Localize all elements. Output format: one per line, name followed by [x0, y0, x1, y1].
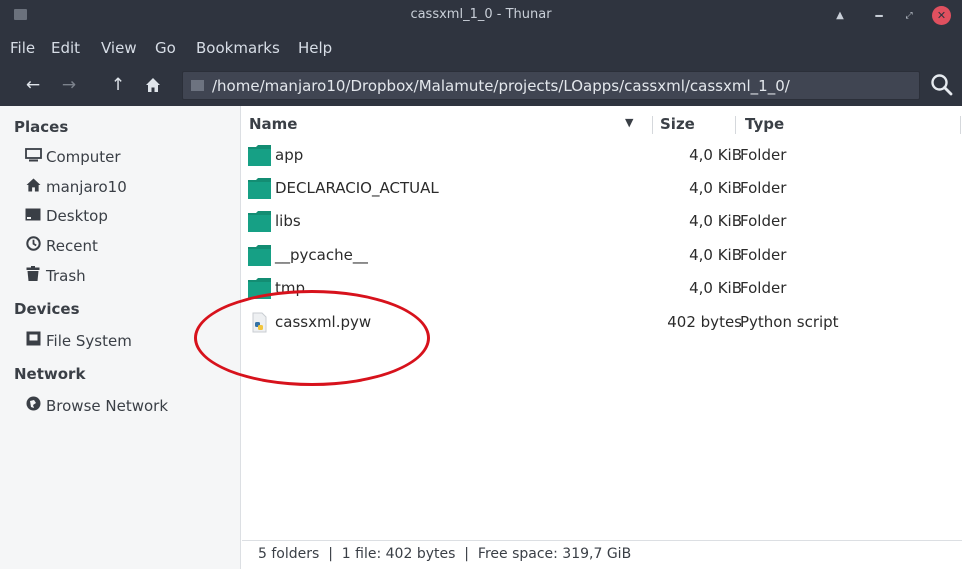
menu-file[interactable]: File: [10, 39, 35, 57]
sidebar-item-label: File System: [46, 332, 132, 350]
home-nav-icon[interactable]: [141, 73, 165, 97]
search-icon[interactable]: [928, 71, 956, 99]
file-row[interactable]: DECLARACIO_ACTUAL 4,0 KiB Folder: [242, 173, 962, 205]
maximize-button[interactable]: ⤢: [899, 6, 919, 26]
column-headers: Name ▼ Size Type: [242, 110, 962, 138]
file-size: 4,0 KiB: [689, 246, 742, 264]
file-name: libs: [275, 212, 301, 230]
computer-icon: [24, 148, 42, 166]
sidebar-item-browse-network[interactable]: Browse Network: [24, 396, 168, 418]
up-icon[interactable]: ↑: [106, 73, 130, 97]
close-button[interactable]: ✕: [932, 6, 951, 25]
file-type: Folder: [740, 279, 787, 297]
window-title: cassxml_1_0 - Thunar: [410, 7, 552, 22]
menu-bookmarks[interactable]: Bookmarks: [196, 39, 280, 57]
title-bar: cassxml_1_0 - Thunar ▲ ━ ⤢ ✕: [0, 0, 962, 32]
recent-icon: [24, 236, 42, 255]
file-row[interactable]: libs 4,0 KiB Folder: [242, 206, 962, 238]
status-bar: 5 folders | 1 file: 402 bytes | Free spa…: [242, 540, 962, 569]
column-separator[interactable]: [735, 116, 736, 134]
column-separator[interactable]: [652, 116, 653, 134]
toolbar: ← → ↑ /home/manjaro10/Dropbox/Malamute/p…: [0, 64, 962, 106]
home-icon: [24, 178, 42, 196]
folder-icon: [248, 178, 271, 199]
folder-small-icon: [191, 80, 204, 91]
eject-icon[interactable]: ▲: [830, 6, 850, 26]
folder-icon: [248, 145, 271, 166]
sidebar-item-trash[interactable]: Trash: [24, 266, 86, 288]
sidebar-item-label: Recent: [46, 237, 98, 255]
sidebar-heading-places: Places: [14, 118, 69, 136]
column-header-type[interactable]: Type: [745, 115, 784, 133]
column-header-size[interactable]: Size: [660, 115, 695, 133]
file-name: DECLARACIO_ACTUAL: [275, 179, 439, 197]
file-size: 4,0 KiB: [689, 179, 742, 197]
file-size: 4,0 KiB: [689, 212, 742, 230]
drive-icon: [24, 331, 42, 350]
sidebar-item-recent[interactable]: Recent: [24, 236, 98, 258]
file-type: Folder: [740, 146, 787, 164]
menu-edit[interactable]: Edit: [51, 39, 80, 57]
file-size: 402 bytes: [667, 313, 742, 331]
file-type: Folder: [740, 246, 787, 264]
annotation-ellipse: [194, 290, 430, 386]
sidebar-item-computer[interactable]: Computer: [24, 148, 121, 170]
desktop-icon: [24, 208, 42, 225]
menu-view[interactable]: View: [101, 39, 137, 57]
sidebar-item-home[interactable]: manjaro10: [24, 178, 127, 200]
location-path[interactable]: /home/manjaro10/Dropbox/Malamute/project…: [212, 77, 790, 95]
status-text: 5 folders | 1 file: 402 bytes | Free spa…: [258, 546, 632, 562]
sidebar-item-label: manjaro10: [46, 178, 127, 196]
file-name: __pycache__: [275, 246, 368, 264]
file-type: Python script: [740, 313, 839, 331]
minimize-button[interactable]: ━: [869, 6, 889, 26]
sidebar-heading-devices: Devices: [14, 300, 80, 318]
column-header-name[interactable]: Name: [249, 115, 297, 133]
sidebar-item-label: Computer: [46, 148, 121, 166]
file-row[interactable]: app 4,0 KiB Folder: [242, 140, 962, 172]
location-bar[interactable]: /home/manjaro10/Dropbox/Malamute/project…: [182, 71, 920, 100]
network-icon: [24, 396, 42, 415]
file-type: Folder: [740, 212, 787, 230]
sidebar-item-file-system[interactable]: File System: [24, 331, 132, 353]
back-icon[interactable]: ←: [21, 73, 45, 97]
file-size: 4,0 KiB: [689, 146, 742, 164]
folder-icon: [248, 245, 271, 266]
file-size: 4,0 KiB: [689, 279, 742, 297]
file-type: Folder: [740, 179, 787, 197]
menu-go[interactable]: Go: [155, 39, 176, 57]
folder-icon: [248, 211, 271, 232]
menu-bar: File Edit View Go Bookmarks Help: [0, 32, 962, 64]
sidebar-item-desktop[interactable]: Desktop: [24, 207, 108, 229]
file-row[interactable]: __pycache__ 4,0 KiB Folder: [242, 240, 962, 272]
menu-help[interactable]: Help: [298, 39, 332, 57]
file-name: app: [275, 146, 304, 164]
sidebar-item-label: Desktop: [46, 207, 108, 225]
forward-icon[interactable]: →: [57, 73, 81, 97]
sidebar-heading-network: Network: [14, 365, 86, 383]
sidebar-item-label: Trash: [46, 267, 86, 285]
trash-icon: [24, 266, 42, 285]
column-separator[interactable]: [960, 116, 961, 134]
sort-down-icon[interactable]: ▼: [625, 116, 633, 129]
sidebar-item-label: Browse Network: [46, 397, 169, 415]
